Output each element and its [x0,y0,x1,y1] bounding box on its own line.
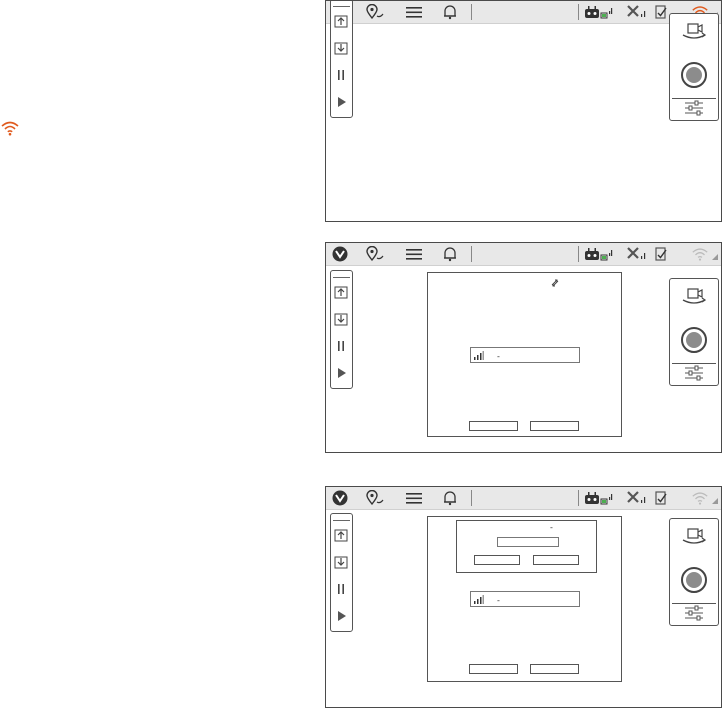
record-button[interactable] [681,327,707,353]
network-dialog: - - [427,516,622,682]
wifi-icon [1,121,19,136]
brand-logo-icon[interactable] [332,490,348,506]
pause-icon[interactable] [334,68,348,82]
dialog-button-left[interactable] [469,664,518,674]
record-button[interactable] [681,567,707,593]
controller-battery-icon [585,248,613,261]
download-icon[interactable] [334,312,348,326]
satellite-signal-icon [627,5,646,17]
camera-switch-icon[interactable] [681,527,707,547]
satellite-signal-icon [627,247,646,259]
record-button[interactable] [681,62,707,88]
dialog-button-right[interactable] [530,664,579,674]
device-check-icon [655,491,667,505]
menu-icon[interactable] [405,490,423,506]
map-pin-icon[interactable] [366,490,384,506]
signal-bars-icon [474,595,484,604]
app-screen-2: - [325,242,722,453]
download-icon[interactable] [334,41,348,55]
bell-icon[interactable] [443,490,457,506]
right-panel [669,13,719,121]
signal-field[interactable]: - [470,347,580,363]
signal-triangle-icon [712,254,718,260]
right-panel [669,278,719,386]
upload-icon[interactable] [334,285,348,299]
dialog-button-left[interactable] [469,421,518,431]
signal-bars-icon [474,351,484,360]
right-panel [669,518,719,626]
top-bar [326,243,721,266]
settings-sliders-icon[interactable] [681,605,707,621]
bell-icon[interactable] [443,4,457,20]
signal-triangle-icon [712,498,718,504]
top-bar [326,487,721,510]
signal-value: - [497,352,500,361]
device-check-icon [655,5,667,19]
app-screen-1 [325,0,722,222]
sub-dialog-button-left[interactable] [474,555,520,565]
brand-logo-icon[interactable] [332,246,348,262]
play-icon[interactable] [334,95,348,109]
sub-dialog-button-right[interactable] [533,555,579,565]
settings-sliders-icon[interactable] [681,365,707,381]
controller-battery-icon [585,492,613,505]
dialog-button-right[interactable] [530,421,579,431]
menu-icon[interactable] [405,246,423,262]
app-screen-3: - - [325,486,722,708]
settings-sliders-icon[interactable] [681,100,707,116]
play-icon[interactable] [334,366,348,380]
upload-icon[interactable] [334,14,348,28]
sub-dialog: - [456,520,597,573]
menu-icon[interactable] [405,4,423,20]
signal-field[interactable]: - [470,591,580,607]
camera-switch-icon[interactable] [681,22,707,42]
play-icon[interactable] [334,609,348,623]
pause-icon[interactable] [334,582,348,596]
wifi-icon [692,492,708,505]
satellite-signal-icon [627,491,646,503]
bell-icon[interactable] [443,246,457,262]
left-panel [330,270,353,389]
network-dialog: - [427,272,622,437]
left-panel [330,513,353,632]
sub-dialog-text: - [550,523,553,532]
wifi-icon [692,248,708,261]
sub-dialog-input[interactable] [497,537,559,547]
download-icon[interactable] [334,555,348,569]
camera-switch-icon[interactable] [681,287,707,307]
device-check-icon [655,247,667,261]
controller-battery-icon [585,6,613,19]
pause-icon[interactable] [334,339,348,353]
refresh-icon[interactable] [550,278,560,288]
upload-icon[interactable] [334,528,348,542]
top-bar [326,1,721,24]
signal-value: - [497,596,500,605]
map-pin-icon[interactable] [366,4,384,20]
map-pin-icon[interactable] [366,246,384,262]
left-panel [330,1,353,118]
